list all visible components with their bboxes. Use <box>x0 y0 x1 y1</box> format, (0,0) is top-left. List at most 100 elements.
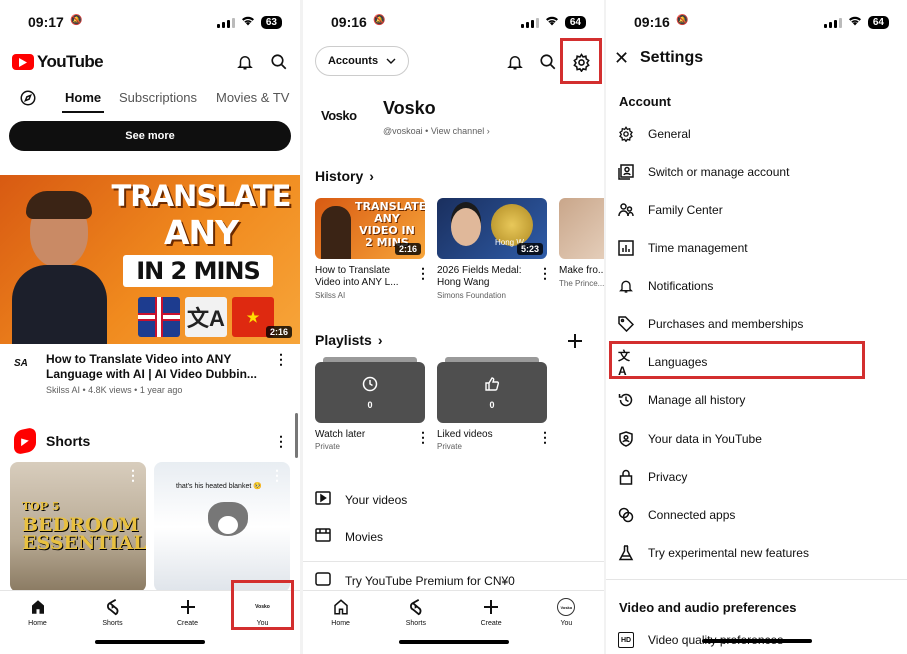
nav-label: Home <box>28 620 47 627</box>
playlist-thumbnail: 0 <box>315 357 425 423</box>
signal-icon <box>520 17 539 28</box>
highlight-box-languages <box>609 341 865 379</box>
thumbs-up-icon <box>437 376 547 395</box>
channel-logo[interactable]: Vosko <box>321 108 357 123</box>
youtube-logo[interactable]: YouTube <box>12 52 104 72</box>
history-card[interactable]: Hong W... 5:23 2026 Fields Medal: Hong W… <box>437 198 552 300</box>
film-icon <box>315 528 331 545</box>
bottom-nav: Home Shorts Create Vosko You <box>303 590 604 654</box>
tab-movies-tv[interactable]: Movies & TV <box>216 90 289 105</box>
channel-handle: @voskoai <box>383 126 423 136</box>
history-header[interactable]: History › <box>315 168 374 184</box>
video-title[interactable]: How to Translate Video into ANY Language… <box>46 352 268 382</box>
home-indicator <box>701 639 812 643</box>
premium-icon <box>315 572 331 589</box>
settings-item-time-management[interactable]: Time management <box>618 238 748 258</box>
premium-row[interactable]: Try YouTube Premium for CN¥0 <box>315 572 515 589</box>
nav-create[interactable]: Create <box>150 591 225 654</box>
playlist-thumbnail: 0 <box>437 357 547 423</box>
settings-item-history[interactable]: Manage all history <box>618 390 745 410</box>
settings-item-family-center[interactable]: Family Center <box>618 200 723 220</box>
chevron-right-icon: › <box>486 126 490 136</box>
more-options-icon[interactable]: ⋮ <box>538 266 552 280</box>
movies-row[interactable]: Movies <box>315 528 383 545</box>
wifi-icon <box>241 15 255 29</box>
more-options-icon[interactable]: ⋮ <box>274 352 288 366</box>
settings-item-label: Time management <box>648 241 748 255</box>
short-card[interactable]: that's his heated blanket 🥺 ⋮ <box>154 462 290 592</box>
settings-item-label: Manage all history <box>648 393 746 407</box>
home-icon <box>332 597 350 617</box>
status-time: 09:16 <box>634 14 670 30</box>
notifications-icon[interactable] <box>503 50 527 74</box>
nav-shorts[interactable]: Shorts <box>378 591 453 654</box>
home-screen: 09:17 🔕 63 YouTube Home Subscriptions Mo… <box>0 0 300 654</box>
settings-item-general[interactable]: General <box>618 124 691 144</box>
movies-label: Movies <box>345 529 384 544</box>
history-title: Make fro... ice crean... <box>559 265 604 276</box>
shorts-more-icon[interactable]: ⋮ <box>274 434 288 448</box>
video-section-title: Video and audio preferences <box>619 600 797 615</box>
more-options-icon[interactable]: ⋮ <box>416 266 430 280</box>
highlight-box-settings <box>560 38 602 84</box>
history-thumbnail: Hong W... 5:23 <box>437 198 547 259</box>
you-avatar: Vosko <box>557 598 576 616</box>
you-screen: 09:16 🔕 64 Accounts Vosko Vosko @voskoai… <box>303 0 604 654</box>
settings-item-your-data[interactable]: Your data in YouTube <box>618 429 762 449</box>
playlist-count: 0 <box>489 400 495 410</box>
view-channel-link[interactable]: View channel <box>431 126 484 136</box>
gear-icon <box>618 126 634 142</box>
bell-icon <box>618 278 634 294</box>
tab-subscriptions[interactable]: Subscriptions <box>119 90 197 105</box>
nav-shorts[interactable]: Shorts <box>75 591 150 654</box>
playlists-header[interactable]: Playlists › <box>315 332 383 348</box>
settings-item-experimental[interactable]: Try experimental new features <box>618 543 809 563</box>
history-title: 2026 Fields Medal: Hong Wang <box>437 265 522 288</box>
add-playlist-icon[interactable] <box>563 329 587 353</box>
account-section-title: Account <box>619 94 671 109</box>
playlist-card-liked[interactable]: 0 Liked videos Private ⋮ <box>437 357 552 451</box>
explore-icon[interactable] <box>16 86 40 110</box>
more-options-icon[interactable]: ⋮ <box>416 430 430 444</box>
history-card[interactable]: TRANSLATE ANY VIDEO IN 2 MINS 2:16 How t… <box>315 198 430 300</box>
silent-icon: 🔕 <box>373 15 386 26</box>
nav-home[interactable]: Home <box>0 591 75 654</box>
settings-item-label: Family Center <box>648 203 723 217</box>
settings-item-purchases[interactable]: Purchases and memberships <box>618 314 803 334</box>
settings-item-label: Notifications <box>648 279 714 293</box>
short-more-icon[interactable]: ⋮ <box>126 468 140 482</box>
see-more-button[interactable]: See more <box>9 121 291 151</box>
featured-video-thumbnail[interactable]: TRANSLATE ANY VIDEO IN 2 MINS 文A ★ 2:16 <box>0 175 300 344</box>
history-title: How to Translate Video into ANY L... <box>315 265 399 288</box>
history-thumbnail <box>559 198 604 259</box>
nav-you[interactable]: Vosko You <box>529 591 604 654</box>
short-more-icon[interactable]: ⋮ <box>270 468 284 482</box>
shield-person-icon <box>618 431 634 447</box>
your-videos-label: Your videos <box>345 492 408 507</box>
search-icon[interactable] <box>536 50 560 74</box>
history-label: History <box>315 168 364 184</box>
your-videos-row[interactable]: Your videos <box>315 491 407 508</box>
history-card[interactable]: Make fro... ice crean... The Prince... <box>559 198 604 288</box>
channel-logo[interactable]: SA <box>14 358 34 372</box>
nav-home[interactable]: Home <box>303 591 378 654</box>
nav-create[interactable]: Create <box>454 591 529 654</box>
status-time: 09:17 <box>28 14 64 30</box>
scrollbar[interactable] <box>295 413 298 458</box>
notifications-icon[interactable] <box>233 50 257 74</box>
settings-item-notifications[interactable]: Notifications <box>618 276 713 296</box>
settings-item-connected-apps[interactable]: Connected apps <box>618 505 735 525</box>
settings-item-switch-account[interactable]: Switch or manage account <box>618 162 789 182</box>
more-options-icon[interactable]: ⋮ <box>538 430 552 444</box>
shorts-icon <box>408 597 424 617</box>
search-icon[interactable] <box>267 50 291 74</box>
settings-item-privacy[interactable]: Privacy <box>618 467 687 487</box>
tab-home[interactable]: Home <box>65 90 101 105</box>
link-icon <box>618 507 634 523</box>
chevron-right-icon: › <box>369 168 374 184</box>
playlist-card-watch-later[interactable]: 0 Watch later Private ⋮ <box>315 357 430 451</box>
shorts-header: ▶ Shorts <box>14 426 90 456</box>
accounts-dropdown[interactable]: Accounts <box>315 46 409 76</box>
close-icon[interactable]: ✕ <box>614 48 629 69</box>
short-card[interactable]: TOP 5 BEDROOM ESSENTIALS ⋮ <box>10 462 146 592</box>
